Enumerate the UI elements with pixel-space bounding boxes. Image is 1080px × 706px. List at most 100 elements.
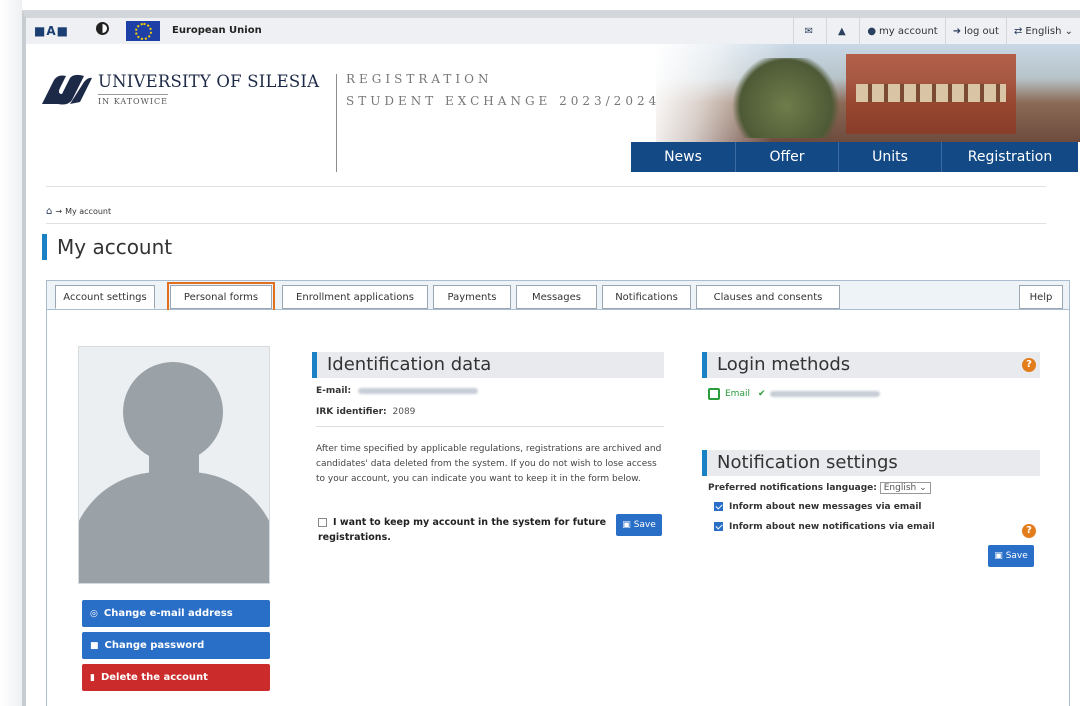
accessibility-controls[interactable]: ■A■ <box>34 24 69 38</box>
site-header: UNIVERSITY OF SILESIA IN KATOWICE REGIST… <box>26 44 1080 174</box>
university-subtitle: IN KATOWICE <box>98 94 168 106</box>
envelope-icon: ✉ <box>804 25 813 37</box>
nav-units[interactable]: Units <box>838 142 941 172</box>
save-icon: ▣ <box>994 551 1003 561</box>
help-icon[interactable]: ? <box>1022 358 1036 372</box>
breadcrumb-separator: → <box>55 207 63 216</box>
language-select[interactable]: English ⌄ <box>879 482 931 494</box>
login-method-label: Email <box>725 389 750 399</box>
opt-messages-row[interactable]: Inform about new messages via email <box>714 502 922 512</box>
photo-tree <box>726 58 846 138</box>
save-label: Save <box>1005 551 1028 561</box>
log-out-link[interactable]: ➜ log out <box>944 18 1006 44</box>
keep-account-label: I want to keep my account in the system … <box>318 517 607 543</box>
sign-out-icon: ➜ <box>952 25 962 37</box>
login-methods-heading: Login methods <box>702 352 1040 378</box>
tab-personal-forms[interactable]: Personal forms <box>167 282 275 312</box>
language-switcher[interactable]: ⇄ English ⌄ <box>1005 18 1080 44</box>
main-nav: News Offer Units Registration <box>631 142 1078 172</box>
irk-row: IRK identifier: 2089 <box>316 407 415 417</box>
university-logo-icon[interactable] <box>40 74 92 106</box>
my-account-link[interactable]: ● my account <box>859 18 944 44</box>
tab-payments[interactable]: Payments <box>433 285 511 309</box>
delete-account-label: Delete the account <box>100 672 208 683</box>
browser-page: ■A■ European Union ✉ ▲ ● my account ➜ log … <box>22 10 1080 706</box>
registration-label: REGISTRATION <box>346 72 493 86</box>
save-identification-button[interactable]: ▣ Save <box>616 514 662 536</box>
login-email-redacted <box>769 391 880 397</box>
notification-settings-heading: Notification settings <box>702 450 1040 476</box>
language-icon: ⇄ <box>1013 25 1023 37</box>
tab-clauses-and-consents[interactable]: Clauses and consents <box>696 285 840 309</box>
nav-registration[interactable]: Registration <box>941 142 1078 172</box>
identification-heading: Identification data <box>312 352 664 378</box>
breadcrumb-current: My account <box>65 207 112 216</box>
opt-notifications-label: Inform about new notifications via email <box>729 522 935 532</box>
log-out-label: log out <box>964 25 999 37</box>
tab-account-settings[interactable]: Account settings <box>55 285 155 309</box>
opt-notifications-row[interactable]: Inform about new notifications via email <box>714 522 935 532</box>
divider <box>46 186 1046 187</box>
email-value-redacted <box>357 387 478 394</box>
tab-messages[interactable]: Messages <box>516 285 597 309</box>
irk-label: IRK identifier: <box>316 407 387 417</box>
account-tabs: Account settings Personal forms Enrollme… <box>46 280 1070 312</box>
tab-notifications[interactable]: Notifications <box>602 285 691 309</box>
check-icon: ✔ <box>757 389 766 399</box>
eu-flag-icon <box>126 21 160 41</box>
tab-enrollment-applications[interactable]: Enrollment applications <box>282 285 428 309</box>
avatar-head <box>123 362 223 462</box>
email-login-icon <box>708 388 720 400</box>
save-notifications-button[interactable]: ▣ Save <box>988 545 1034 567</box>
home-icon[interactable]: ⌂ <box>46 206 52 217</box>
messages-link[interactable]: ✉ <box>793 18 826 44</box>
page-title: My account <box>42 234 172 260</box>
photo-windows <box>856 84 1006 102</box>
header-divider <box>336 74 337 172</box>
at-icon: ◎ <box>90 608 98 619</box>
lock-icon: ■ <box>90 640 99 651</box>
nav-news[interactable]: News <box>631 142 735 172</box>
my-account-label: my account <box>879 25 938 37</box>
tab-help[interactable]: Help <box>1019 285 1063 309</box>
trash-icon: ▮ <box>90 672 95 683</box>
email-row: E-mail: <box>316 386 478 396</box>
opt-messages-label: Inform about new messages via email <box>729 502 922 512</box>
divider <box>316 426 664 427</box>
utility-links: ✉ ▲ ● my account ➜ log out ⇄ English ⌄ <box>793 18 1080 44</box>
university-name: UNIVERSITY OF SILESIA <box>98 72 320 91</box>
page-shadow <box>0 0 22 706</box>
login-method-email: Email ✔ <box>708 388 880 400</box>
keep-account-checkbox[interactable] <box>318 518 327 527</box>
eu-label: European Union <box>172 25 262 36</box>
notifications-link[interactable]: ▲ <box>826 18 859 44</box>
change-password-button[interactable]: ■ Change password <box>82 632 270 659</box>
opt-messages-checkbox[interactable] <box>714 502 723 511</box>
breadcrumb: ⌂ → My account <box>46 206 111 217</box>
language-pref-label: Preferred notifications language: <box>708 483 877 493</box>
contrast-icon[interactable] <box>96 22 109 35</box>
change-password-label: Change password <box>104 640 205 651</box>
nav-offer[interactable]: Offer <box>735 142 838 172</box>
avatar <box>78 346 270 584</box>
program-label: STUDENT EXCHANGE 2023/2024 <box>346 94 661 108</box>
change-email-label: Change e-mail address <box>103 608 233 619</box>
opt-notifications-checkbox[interactable] <box>714 522 723 531</box>
irk-value: 2089 <box>392 407 416 417</box>
language-label: English ⌄ <box>1025 25 1073 37</box>
user-icon: ● <box>867 25 877 37</box>
bell-icon: ▲ <box>837 25 846 37</box>
utility-bar: ■A■ European Union ✉ ▲ ● my account ➜ log … <box>26 18 1080 45</box>
help-icon[interactable]: ? <box>1022 524 1036 538</box>
email-label: E-mail: <box>316 386 352 396</box>
save-icon: ▣ <box>622 520 631 530</box>
change-email-button[interactable]: ◎ Change e-mail address <box>82 600 270 627</box>
save-label: Save <box>633 520 656 530</box>
header-photo <box>656 44 1080 142</box>
avatar-body <box>79 472 269 583</box>
delete-account-button[interactable]: ▮ Delete the account <box>82 664 270 691</box>
language-row: Preferred notifications language: Englis… <box>708 482 931 494</box>
keep-account-option[interactable]: I want to keep my account in the system … <box>318 515 608 545</box>
retention-paragraph: After time specified by applicable regul… <box>316 444 662 484</box>
divider <box>46 223 1046 224</box>
